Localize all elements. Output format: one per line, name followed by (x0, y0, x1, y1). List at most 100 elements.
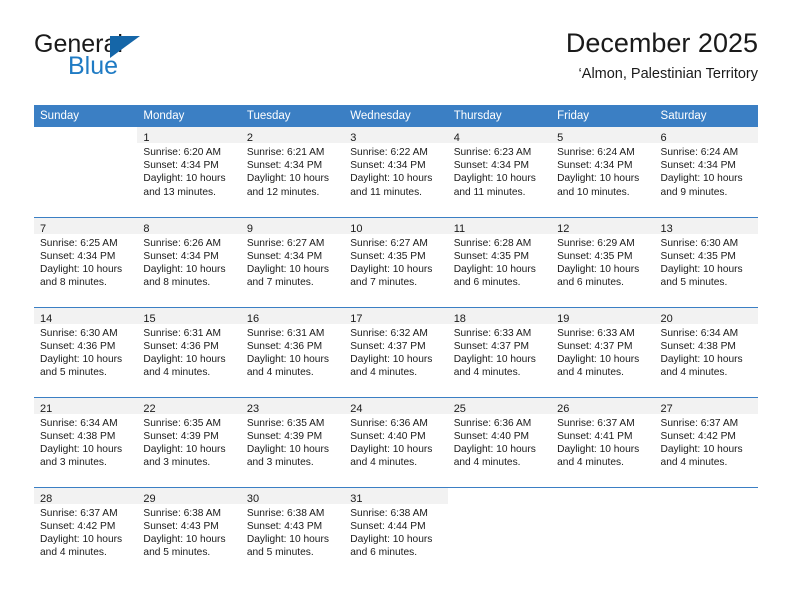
daylight-text-line2: and 4 minutes. (350, 367, 418, 379)
sunrise-text: Sunrise: 6:32 AM (350, 327, 428, 339)
calendar-day-cell[interactable]: 26 Sunrise: 6:37 AM Sunset: 4:41 PM Dayligh… (551, 396, 655, 487)
day-detail-lines: Sunrise: 6:38 AM Sunset: 4:43 PM Daylight:… (137, 504, 240, 560)
calendar-day-cell-inner: 12 Sunrise: 6:29 AM Sunset: 4:35 PM Dayligh… (551, 217, 655, 307)
calendar-day-cell[interactable]: 23 Sunrise: 6:35 AM Sunset: 4:39 PM Dayligh… (240, 396, 345, 487)
calendar-day-cell[interactable]: 7 Sunrise: 6:25 AM Sunset: 4:34 PM Daylight… (34, 216, 138, 307)
calendar-day-cell[interactable]: 15 Sunrise: 6:31 AM Sunset: 4:36 PM Dayligh… (137, 306, 241, 397)
day-number-band: 26 (551, 397, 655, 415)
calendar-day-cell[interactable]: 30 Sunrise: 6:38 AM Sunset: 4:43 PM Dayligh… (240, 486, 345, 578)
day-number-band: 24 (344, 397, 448, 415)
day-number-band: 11 (447, 217, 552, 235)
day-detail-lines: Sunrise: 6:33 AM Sunset: 4:37 PM Daylight:… (551, 324, 654, 380)
day-detail-lines: Sunrise: 6:37 AM Sunset: 4:42 PM Daylight:… (34, 504, 137, 560)
daylight-text-line1: Daylight: 10 hours (557, 173, 640, 185)
day-number-band: 20 (654, 307, 758, 325)
calendar-day-cell[interactable]: 17 Sunrise: 6:32 AM Sunset: 4:37 PM Dayligh… (344, 306, 448, 397)
daylight-text-line1: Daylight: 10 hours (660, 443, 743, 455)
day-number: 1 (143, 132, 150, 144)
calendar-day-cell[interactable]: 10 Sunrise: 6:27 AM Sunset: 4:35 PM Dayligh… (344, 216, 448, 307)
sunrise-text: Sunrise: 6:20 AM (143, 147, 222, 158)
day-detail-lines: Sunrise: 6:35 AM Sunset: 4:39 PM Daylight:… (137, 414, 240, 470)
daylight-text-line1: Daylight: 10 hours (350, 353, 433, 365)
calendar-day-cell[interactable]: 24 Sunrise: 6:36 AM Sunset: 4:40 PM Dayligh… (344, 396, 448, 487)
calendar-day-cell-inner (448, 488, 551, 578)
daylight-text-line2: and 4 minutes. (350, 457, 418, 469)
calendar-day-cell[interactable]: 11 Sunrise: 6:28 AM Sunset: 4:35 PM Dayligh… (447, 216, 552, 307)
sunset-text: Sunset: 4:38 PM (40, 430, 116, 442)
day-number-band: 17 (344, 307, 448, 325)
weekday-header-tuesday: Tuesday (240, 105, 345, 127)
calendar-day-cell[interactable]: 6 Sunrise: 6:24 AM Sunset: 4:34 PM Daylight… (654, 127, 758, 217)
calendar-day-cell-inner: 17 Sunrise: 6:32 AM Sunset: 4:37 PM Dayligh… (344, 307, 448, 397)
daylight-text-line2: and 4 minutes. (453, 367, 521, 379)
calendar-day-cell[interactable]: 21 Sunrise: 6:34 AM Sunset: 4:38 PM Dayligh… (34, 396, 138, 487)
calendar-day-cell[interactable]: 20 Sunrise: 6:34 AM Sunset: 4:38 PM Dayligh… (654, 306, 758, 397)
sunrise-text: Sunrise: 6:22 AM (350, 147, 428, 158)
day-number: 14 (40, 312, 53, 325)
sunset-text: Sunset: 4:37 PM (557, 340, 633, 352)
calendar-day-cell[interactable]: 14 Sunrise: 6:30 AM Sunset: 4:36 PM Dayligh… (34, 306, 138, 397)
daylight-text-line1: Daylight: 10 hours (143, 443, 226, 455)
calendar-day-cell[interactable]: 19 Sunrise: 6:33 AM Sunset: 4:37 PM Dayligh… (551, 306, 655, 397)
calendar-day-cell-inner: 31 Sunrise: 6:38 AM Sunset: 4:44 PM Dayligh… (344, 487, 448, 578)
day-number-band: 8 (137, 217, 241, 235)
calendar-day-cell-inner: 30 Sunrise: 6:38 AM Sunset: 4:43 PM Dayligh… (240, 487, 345, 578)
day-number: 11 (453, 222, 466, 235)
daylight-text-line2: and 6 minutes. (557, 277, 624, 289)
calendar-day-cell[interactable]: 28 Sunrise: 6:37 AM Sunset: 4:42 PM Dayligh… (34, 486, 138, 577)
calendar-day-cell[interactable]: 3 Sunrise: 6:22 AM Sunset: 4:34 PM Daylight… (344, 127, 448, 217)
daylight-text-line2: and 3 minutes. (143, 457, 211, 469)
day-number-band (448, 488, 551, 504)
daylight-text-line2: and 13 minutes. (143, 186, 216, 198)
sunset-text: Sunset: 4:39 PM (143, 430, 219, 442)
calendar-day-cell[interactable]: 16 Sunrise: 6:31 AM Sunset: 4:36 PM Dayligh… (240, 306, 345, 397)
logo-text-blue: Blue (68, 52, 119, 80)
calendar-day-cell-inner: 9 Sunrise: 6:27 AM Sunset: 4:34 PM Daylight… (240, 217, 345, 307)
day-detail-lines: Sunrise: 6:28 AM Sunset: 4:35 PM Daylight:… (448, 234, 551, 290)
calendar-day-cell[interactable]: 31 Sunrise: 6:38 AM Sunset: 4:44 PM Dayligh… (344, 486, 448, 578)
day-number: 30 (246, 492, 260, 505)
daylight-text-line2: and 4 minutes. (660, 457, 728, 469)
calendar-day-cell[interactable]: 1 Sunrise: 6:20 AM Sunset: 4:34 PM Daylight… (137, 127, 241, 217)
day-detail-lines: Sunrise: 6:38 AM Sunset: 4:44 PM Daylight:… (344, 504, 447, 560)
calendar-day-cell[interactable]: 8 Sunrise: 6:26 AM Sunset: 4:34 PM Daylight… (137, 216, 241, 307)
sunset-text: Sunset: 4:40 PM (453, 430, 530, 442)
calendar-day-cell[interactable]: 27 Sunrise: 6:37 AM Sunset: 4:42 PM Dayligh… (654, 396, 758, 487)
day-number-band (551, 488, 654, 504)
calendar-day-cell[interactable]: 18 Sunrise: 6:33 AM Sunset: 4:37 PM Dayligh… (447, 306, 552, 397)
page-subtitle: ‘Almon, Palestinian Territory (578, 65, 758, 82)
day-number-band: 4 (447, 127, 552, 144)
day-number-band: 31 (344, 487, 448, 505)
calendar-day-cell[interactable]: 5 Sunrise: 6:24 AM Sunset: 4:34 PM Daylight… (551, 127, 655, 217)
sunset-text: Sunset: 4:41 PM (557, 430, 633, 442)
daylight-text-line2: and 11 minutes. (453, 186, 526, 198)
sunrise-text: Sunrise: 6:38 AM (350, 507, 428, 519)
calendar-day-cell[interactable]: 4 Sunrise: 6:23 AM Sunset: 4:34 PM Daylight… (447, 127, 552, 217)
day-detail-lines: Sunrise: 6:30 AM Sunset: 4:35 PM Daylight:… (655, 234, 758, 290)
daylight-text-line2: and 5 minutes. (143, 547, 211, 559)
daylight-text-line1: Daylight: 10 hours (350, 263, 433, 275)
day-detail-lines: Sunrise: 6:21 AM Sunset: 4:34 PM Daylight:… (241, 143, 344, 199)
calendar-day-cell[interactable]: 29 Sunrise: 6:38 AM Sunset: 4:43 PM Dayligh… (137, 486, 241, 577)
day-detail-lines: Sunrise: 6:36 AM Sunset: 4:40 PM Daylight:… (448, 414, 551, 470)
calendar-day-cell[interactable]: 12 Sunrise: 6:29 AM Sunset: 4:35 PM Dayligh… (551, 216, 655, 307)
day-detail-lines: Sunrise: 6:29 AM Sunset: 4:35 PM Daylight:… (551, 234, 654, 290)
daylight-text-line1: Daylight: 10 hours (660, 353, 743, 365)
calendar-day-cell[interactable]: 13 Sunrise: 6:30 AM Sunset: 4:35 PM Dayligh… (654, 216, 758, 307)
day-detail-lines: Sunrise: 6:37 AM Sunset: 4:42 PM Daylight:… (655, 414, 758, 470)
day-detail-lines: Sunrise: 6:31 AM Sunset: 4:36 PM Daylight:… (137, 324, 240, 380)
day-number: 18 (453, 312, 466, 325)
daylight-text-line2: and 5 minutes. (660, 277, 728, 289)
calendar-day-cell[interactable]: 25 Sunrise: 6:36 AM Sunset: 4:40 PM Dayligh… (447, 396, 552, 487)
day-number-band: 28 (34, 487, 138, 505)
calendar-day-cell-inner (655, 488, 758, 578)
day-detail-lines: Sunrise: 6:35 AM Sunset: 4:39 PM Daylight:… (241, 414, 344, 470)
calendar-week-row: 28 Sunrise: 6:37 AM Sunset: 4:42 PM Dayligh… (34, 486, 758, 578)
day-number: 29 (143, 492, 156, 505)
calendar-day-cell[interactable]: 9 Sunrise: 6:27 AM Sunset: 4:34 PM Daylight… (240, 216, 345, 307)
day-detail-lines: Sunrise: 6:30 AM Sunset: 4:36 PM Daylight:… (34, 324, 137, 380)
calendar-day-cell[interactable]: 2 Sunrise: 6:21 AM Sunset: 4:34 PM Daylight… (240, 127, 345, 217)
page-header: General Blue December 2025 ‘Almon, Pales… (34, 28, 758, 96)
calendar-day-cell[interactable]: 22 Sunrise: 6:35 AM Sunset: 4:39 PM Dayligh… (137, 396, 241, 487)
calendar-day-cell-inner: 14 Sunrise: 6:30 AM Sunset: 4:36 PM Dayligh… (34, 307, 138, 397)
